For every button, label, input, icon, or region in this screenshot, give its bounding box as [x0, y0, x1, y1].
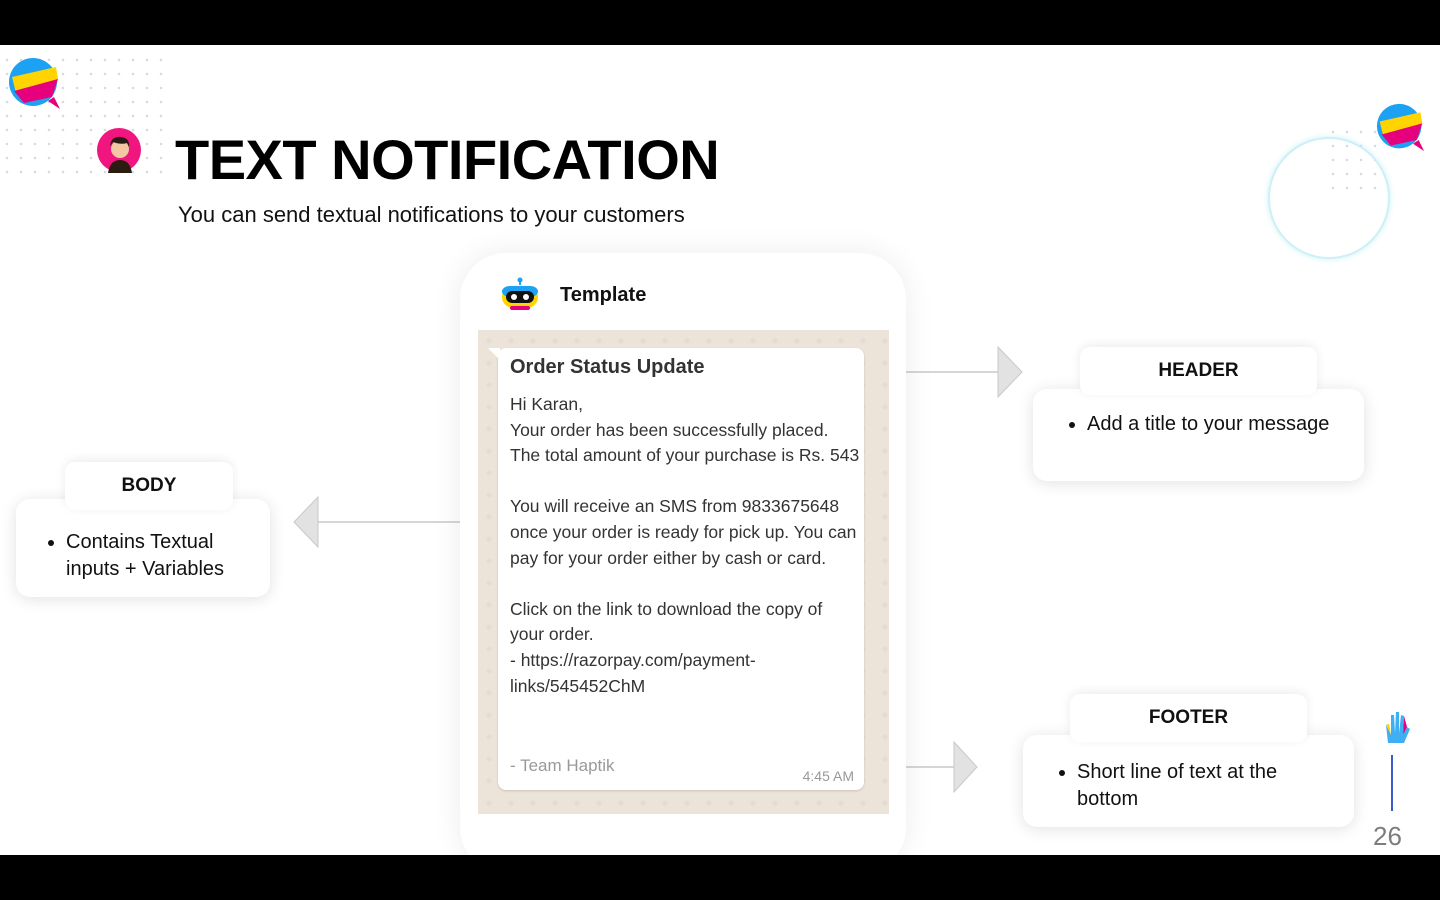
message-title: Order Status Update	[510, 356, 705, 378]
header-callout-text: Add a title to your message	[1087, 411, 1347, 438]
template-label: Template	[560, 283, 647, 306]
message-link[interactable]: - https://razorpay.com/payment-links/545…	[510, 648, 860, 699]
chat-area: Order Status Update Hi Karan, Your order…	[478, 330, 889, 814]
message-line: Your order has been successfully placed.…	[510, 419, 860, 466]
message-bubble: Order Status Update Hi Karan, Your order…	[488, 348, 864, 790]
footer-callout: Short line of text at the bottom	[1023, 735, 1354, 827]
template-preview-card: Template Order Status Update Hi Karan, Y…	[460, 253, 906, 855]
page-number: 26	[1373, 821, 1402, 851]
message-line: You will receive an SMS from 9833675648 …	[510, 496, 857, 568]
footer-callout-label: FOOTER	[1070, 694, 1307, 742]
message-line: Hi Karan,	[510, 394, 583, 414]
footer-callout-text: Short line of text at the bottom	[1077, 759, 1337, 813]
message-body: Hi Karan, Your order has been successful…	[510, 392, 860, 699]
hand-icon	[1386, 712, 1410, 743]
body-callout-label: BODY	[65, 462, 233, 510]
body-callout-text: Contains Textual inputs + Variables	[66, 529, 266, 583]
header-callout-list: Add a title to your message	[1065, 411, 1347, 438]
header-callout-label: HEADER	[1080, 347, 1317, 395]
message-time: 4:45 AM	[802, 768, 854, 784]
header-callout: Add a title to your message	[1033, 389, 1364, 481]
message-footer: - Team Haptik	[510, 756, 615, 775]
body-callout-list: Contains Textual inputs + Variables	[44, 529, 266, 583]
accent-line	[1391, 755, 1393, 811]
template-header: Template	[500, 275, 646, 315]
slide: TEXT NOTIFICATION You can send textual n…	[0, 45, 1440, 855]
message-line: Click on the link to download the copy o…	[510, 598, 823, 645]
bot-icon	[502, 277, 538, 310]
body-callout: Contains Textual inputs + Variables	[16, 499, 270, 597]
footer-callout-list: Short line of text at the bottom	[1055, 759, 1337, 813]
